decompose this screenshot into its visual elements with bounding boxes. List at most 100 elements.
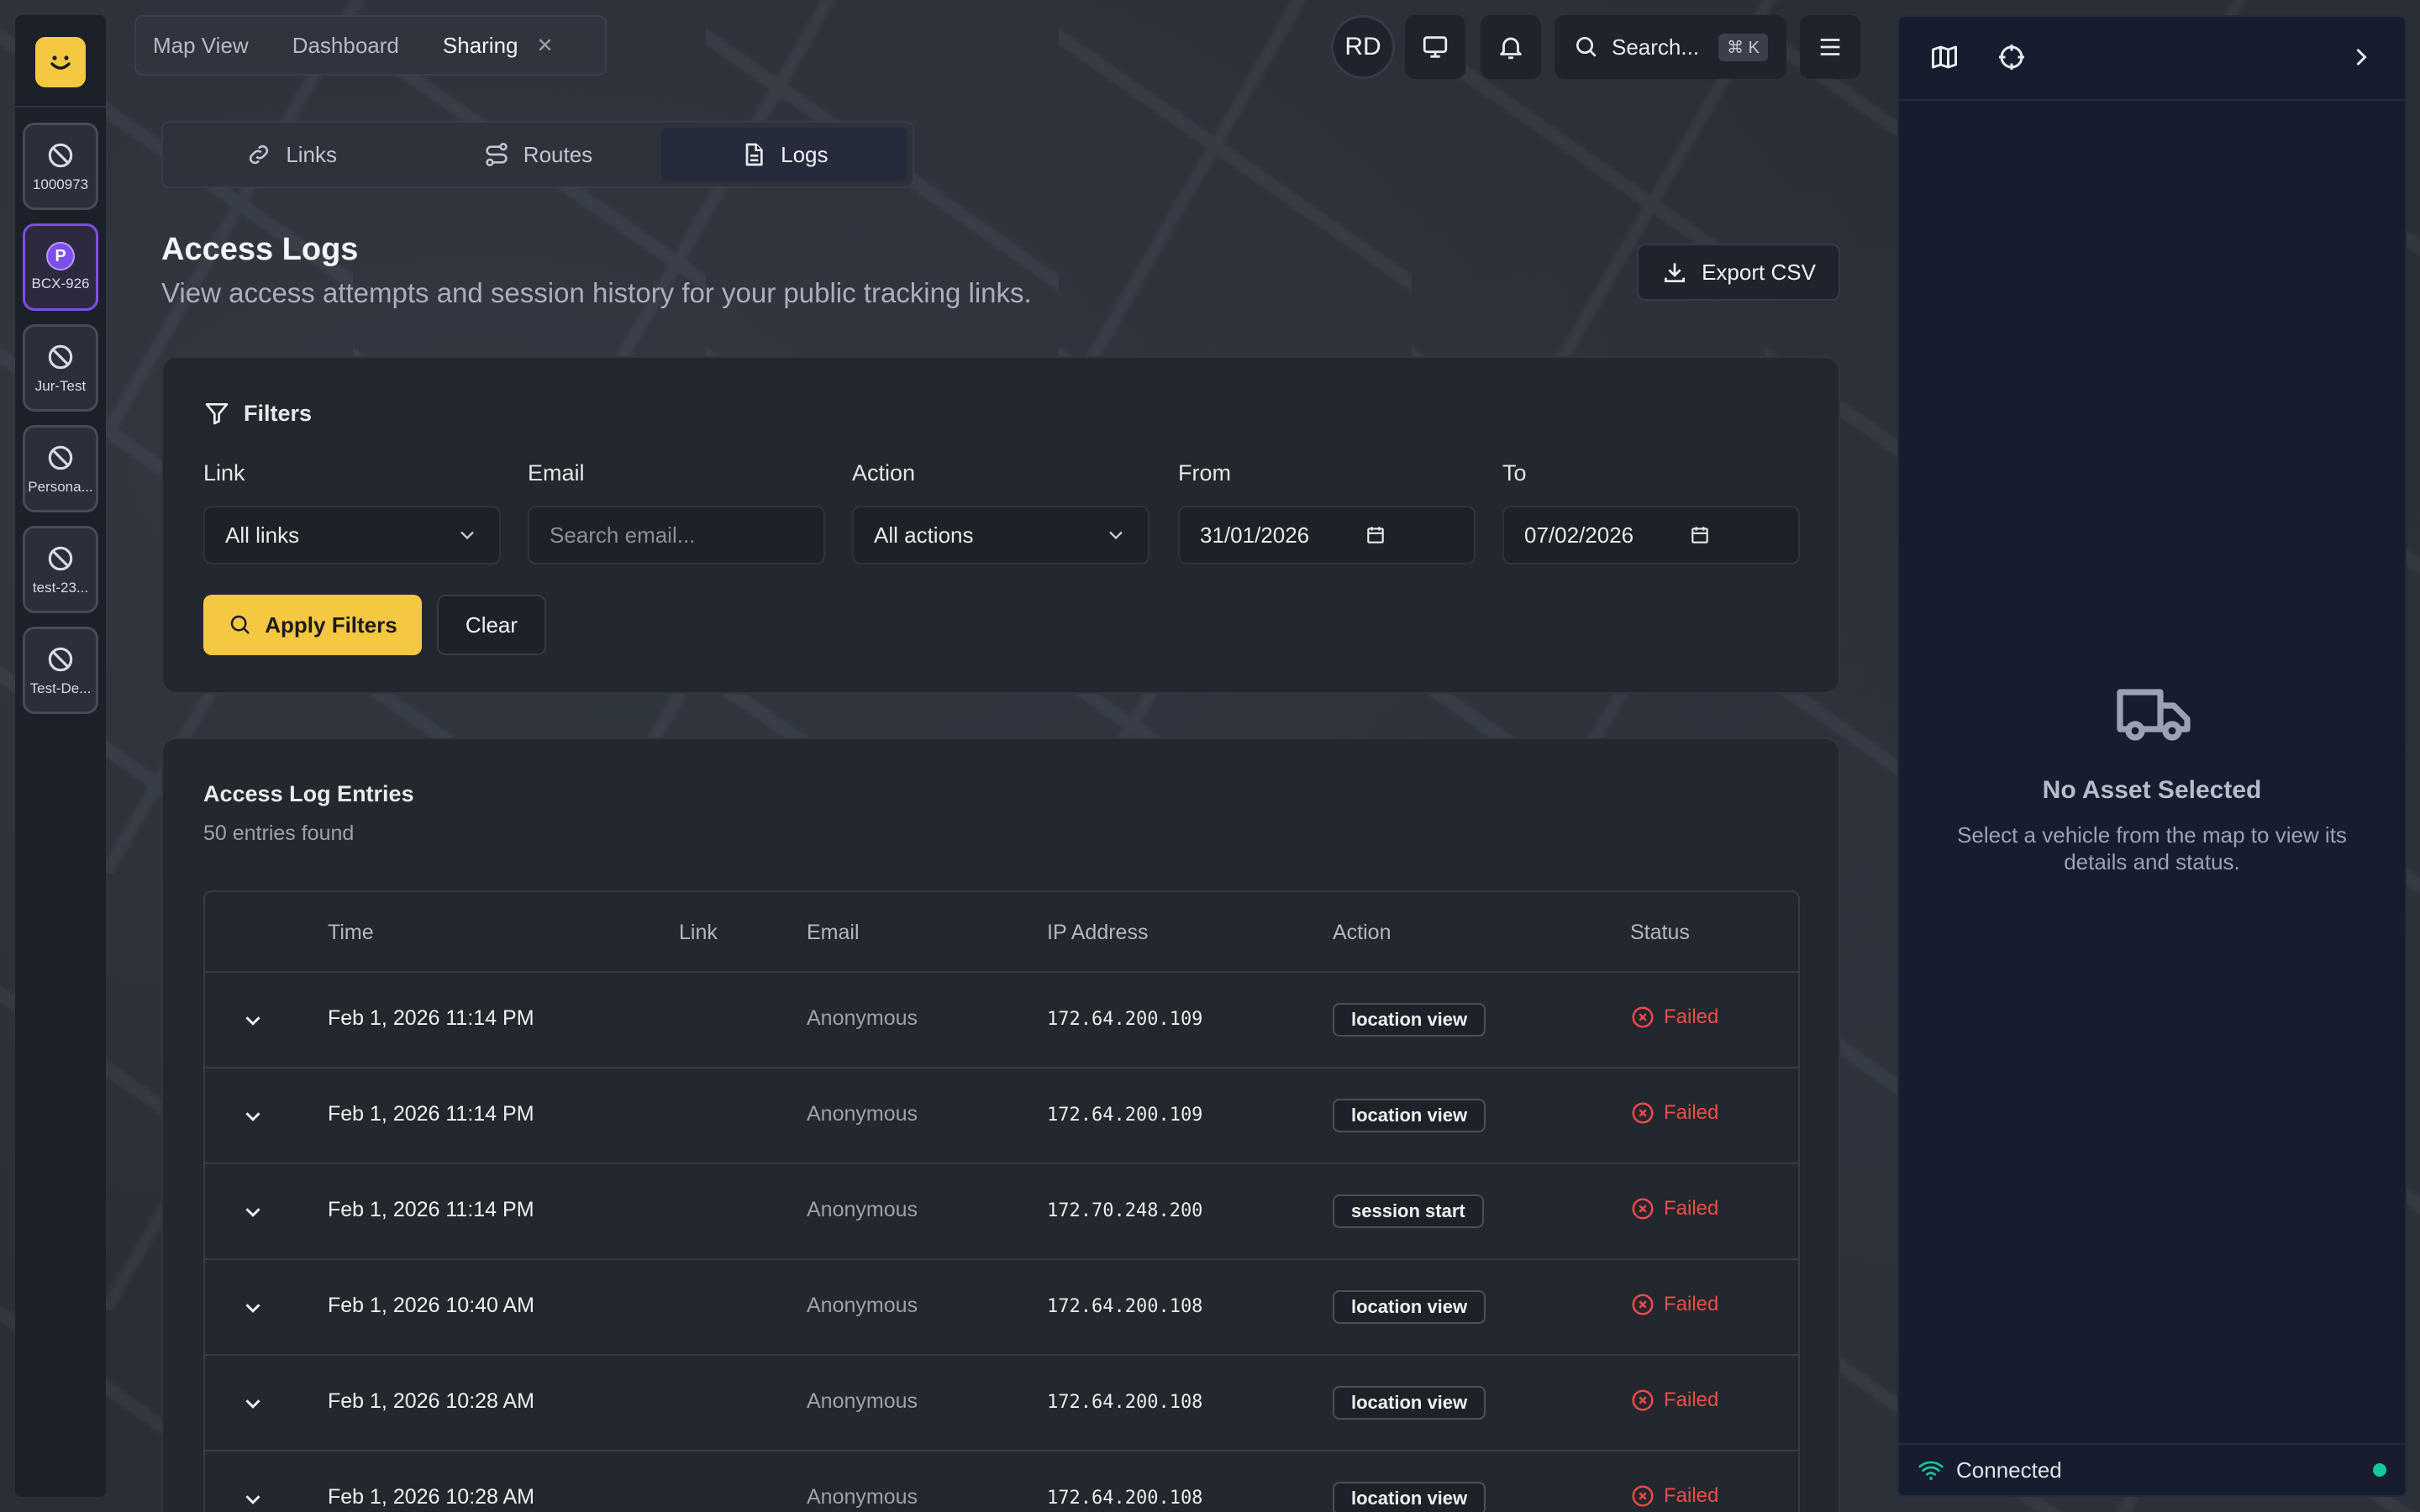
search-icon <box>1576 37 1597 57</box>
hamburger-menu-icon <box>1820 39 1840 55</box>
tab-dashboard[interactable]: Dashboard <box>292 33 399 59</box>
column-status[interactable]: Status <box>1630 921 1690 945</box>
logs-title: Access Log Entries <box>203 781 414 806</box>
crosshair-icon[interactable] <box>1996 42 2027 72</box>
row-time: Feb 1, 2026 10:28 AM <box>328 1389 535 1413</box>
to-date-input[interactable]: 07/02/2026 <box>1502 506 1800 564</box>
row-email: Anonymous <box>807 1006 918 1030</box>
access-log-table: Time Link Email IP Address Action Status… <box>203 890 1800 1512</box>
search-label: Search... <box>1612 34 1700 60</box>
action-badge: location view <box>1333 1003 1486 1037</box>
column-link[interactable]: Link <box>679 921 718 945</box>
chevron-down-icon <box>1109 531 1123 540</box>
menu-button[interactable] <box>1800 15 1860 79</box>
search-shortcut: ⌘ K <box>1718 33 1768 61</box>
document-icon <box>745 143 763 166</box>
truck-icon <box>2117 689 2191 741</box>
app-logo[interactable] <box>35 37 86 87</box>
table-row[interactable]: Feb 1, 2026 10:40 AM Anonymous 172.64.20… <box>205 1260 1798 1356</box>
tab-routes[interactable]: Routes <box>414 128 660 181</box>
asset-label: Jur-Test <box>34 378 87 394</box>
filters-heading: Filters <box>203 400 312 427</box>
row-time: Feb 1, 2026 11:14 PM <box>328 1006 534 1030</box>
from-date-input[interactable]: 31/01/2026 <box>1178 506 1476 564</box>
x-circle-icon <box>1632 1102 1654 1124</box>
clear-filters-button[interactable]: Clear <box>437 595 546 655</box>
column-email[interactable]: Email <box>807 921 860 945</box>
tab-sharing[interactable]: Sharing ✕ <box>443 33 554 59</box>
export-csv-button[interactable]: Export CSV <box>1637 244 1840 301</box>
export-csv-label: Export CSV <box>1702 259 1816 285</box>
filter-icon <box>205 403 229 425</box>
calendar-icon[interactable] <box>1365 524 1386 546</box>
map-icon[interactable] <box>1929 42 1960 72</box>
route-icon <box>486 143 508 166</box>
table-row[interactable]: Feb 1, 2026 11:14 PM Anonymous 172.64.20… <box>205 973 1798 1068</box>
chevron-down-icon[interactable] <box>240 1200 266 1225</box>
user-avatar[interactable]: RD <box>1331 15 1395 79</box>
to-date-label: To <box>1502 460 1527 486</box>
apply-filters-button[interactable]: Apply Filters <box>203 595 422 655</box>
status-text: Failed <box>1664 1101 1719 1124</box>
search-icon <box>231 615 250 634</box>
tab-logs-label: Logs <box>781 141 829 167</box>
column-action[interactable]: Action <box>1333 921 1391 945</box>
table-row[interactable]: Feb 1, 2026 11:14 PM Anonymous 172.64.20… <box>205 1068 1798 1164</box>
asset-item[interactable]: 1000973 <box>23 123 98 210</box>
action-badge: location view <box>1333 1482 1486 1512</box>
top-tab-bar: Map View Dashboard Sharing ✕ <box>134 15 607 76</box>
tab-sharing-label: Sharing <box>442 32 518 58</box>
empty-state-text: Select a vehicle from the map to view it… <box>1957 822 2347 874</box>
global-search[interactable]: Search... ⌘ K <box>1555 15 1786 79</box>
row-email: Anonymous <box>807 1102 918 1126</box>
x-circle-icon <box>1632 1389 1654 1411</box>
link-select[interactable]: All links <box>203 506 501 564</box>
close-icon[interactable]: ✕ <box>537 34 554 58</box>
page-title: Access Logs <box>161 232 359 267</box>
calendar-icon[interactable] <box>1689 524 1711 546</box>
asset-label: 1000973 <box>32 176 89 192</box>
column-time[interactable]: Time <box>328 921 374 945</box>
tab-links[interactable]: Links <box>168 128 414 181</box>
row-ip: 172.64.200.108 <box>1047 1296 1203 1317</box>
chevron-down-icon[interactable] <box>240 1391 266 1416</box>
access-log-card: Access Log Entries 50 entries found Time… <box>161 738 1840 1512</box>
row-ip: 172.70.248.200 <box>1047 1200 1203 1221</box>
tab-logs[interactable]: Logs <box>660 128 908 181</box>
tab-map-view[interactable]: Map View <box>153 33 249 59</box>
email-search-input[interactable]: Search email... <box>528 506 825 564</box>
notifications-button[interactable] <box>1481 15 1541 79</box>
bell-icon <box>1500 37 1522 60</box>
table-row[interactable]: Feb 1, 2026 10:28 AM Anonymous 172.64.20… <box>205 1452 1798 1512</box>
asset-item[interactable]: Jur-Test <box>23 324 98 412</box>
chevron-right-icon[interactable] <box>2346 42 2376 72</box>
asset-item[interactable]: Persona... <box>23 425 98 512</box>
chevron-down-icon[interactable] <box>240 1295 266 1320</box>
action-badge: location view <box>1333 1386 1486 1420</box>
asset-item-active[interactable]: P BCX-926 <box>23 223 98 311</box>
asset-label: Persona... <box>28 479 93 495</box>
asset-item[interactable]: test-23... <box>23 526 98 613</box>
action-badge: location view <box>1333 1099 1486 1132</box>
empty-state-title: No Asset Selected <box>2042 776 2262 804</box>
display-button[interactable] <box>1405 15 1465 79</box>
download-icon <box>1665 263 1686 282</box>
chevron-down-icon[interactable] <box>240 1008 266 1033</box>
link-icon <box>250 144 269 165</box>
chevron-down-icon[interactable] <box>240 1487 266 1512</box>
chevron-down-icon[interactable] <box>240 1104 266 1129</box>
from-date-label: From <box>1178 460 1231 486</box>
row-email: Anonymous <box>807 1198 918 1221</box>
row-ip: 172.64.200.109 <box>1047 1105 1203 1126</box>
column-ip[interactable]: IP Address <box>1047 921 1148 945</box>
row-ip: 172.64.200.108 <box>1047 1488 1203 1509</box>
row-email: Anonymous <box>807 1389 918 1413</box>
table-row[interactable]: Feb 1, 2026 11:14 PM Anonymous 172.70.24… <box>205 1164 1798 1260</box>
asset-rail: 1000973 P BCX-926 Jur-Test Persona... te… <box>15 15 106 1497</box>
asset-item[interactable]: Test-De... <box>23 627 98 714</box>
no-signal-icon <box>48 143 73 168</box>
rail-divider <box>15 106 106 108</box>
table-row[interactable]: Feb 1, 2026 10:28 AM Anonymous 172.64.20… <box>205 1356 1798 1452</box>
action-select[interactable]: All actions <box>852 506 1150 564</box>
no-signal-icon <box>48 546 73 571</box>
